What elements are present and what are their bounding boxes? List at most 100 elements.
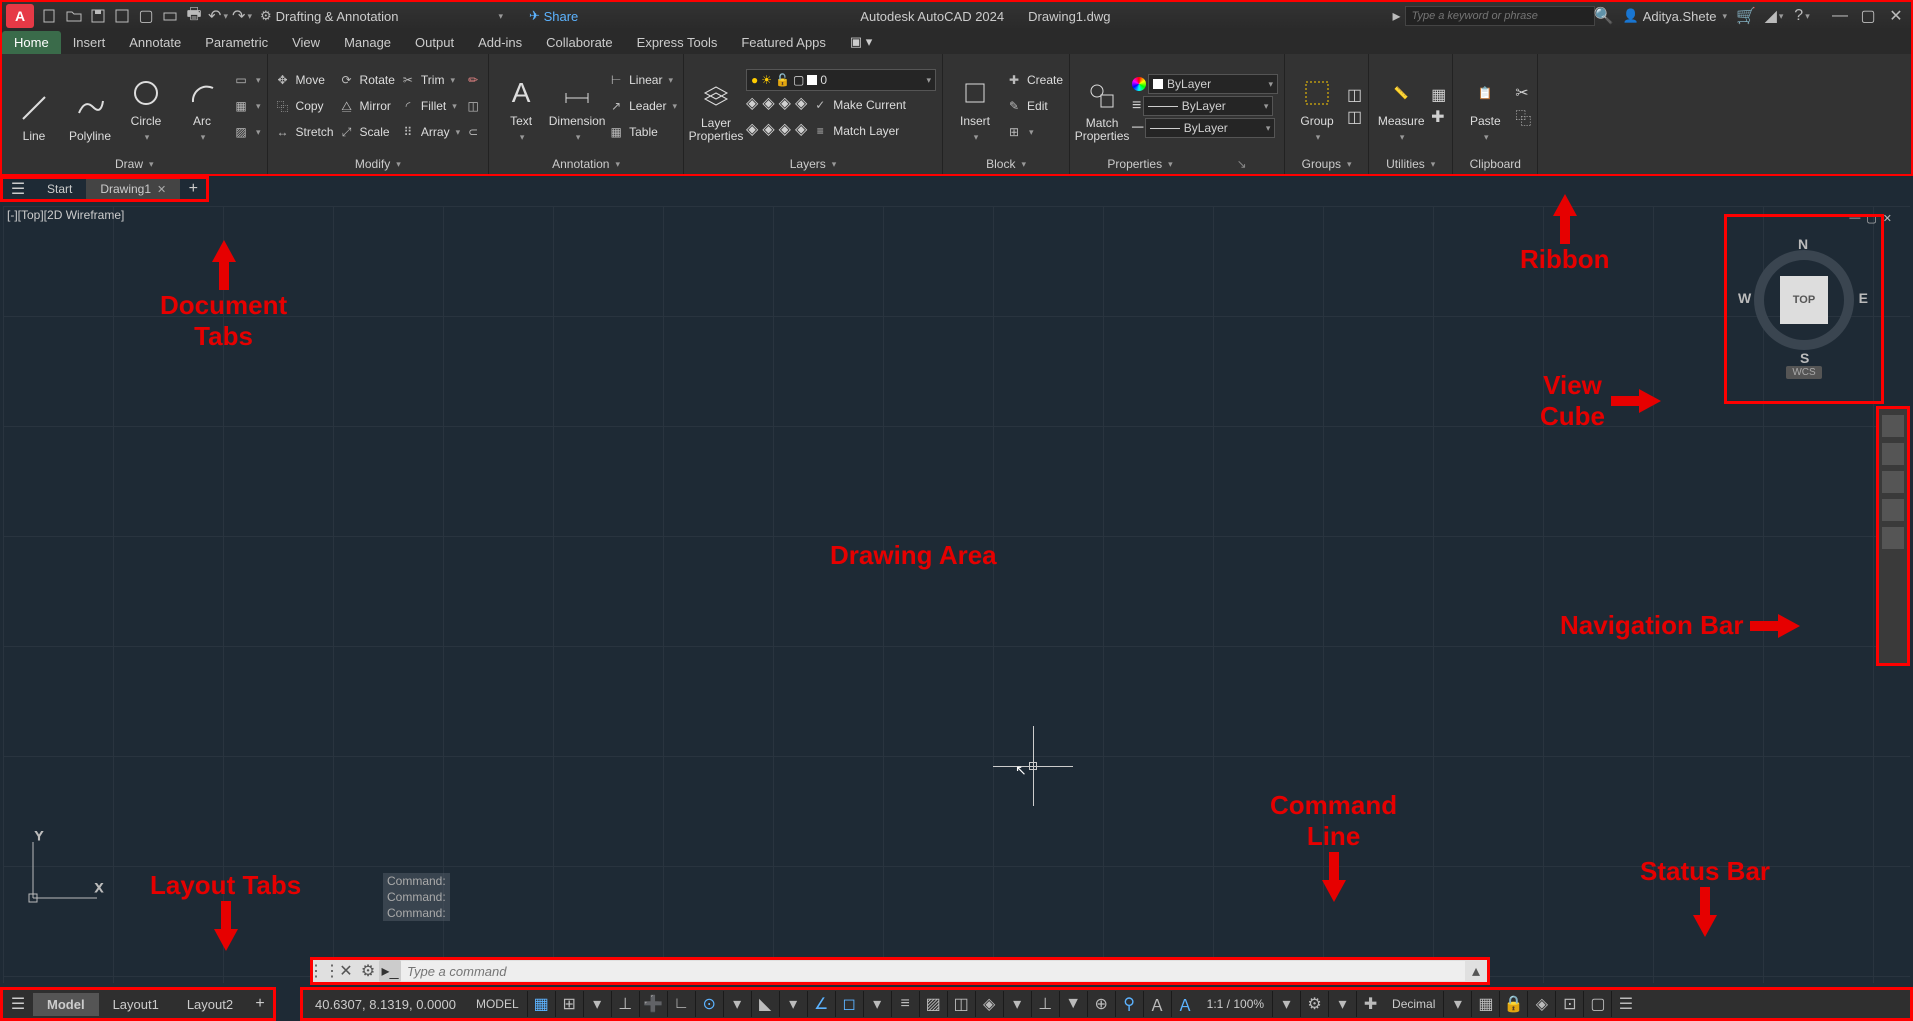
line-button[interactable]: Line bbox=[8, 69, 60, 143]
vp-close-icon[interactable]: ✕ bbox=[1883, 212, 1892, 225]
cmd-close-icon[interactable]: ✕ bbox=[335, 960, 357, 982]
make-current-button[interactable]: ✓Make Current bbox=[811, 93, 906, 117]
viewcube-north[interactable]: N bbox=[1798, 236, 1808, 252]
rect-button[interactable]: ▭▾ bbox=[232, 68, 261, 92]
lock-ui-icon[interactable]: 🔒 bbox=[1499, 991, 1527, 1017]
autodesk-icon[interactable]: ◢▾ bbox=[1765, 7, 1783, 25]
layer-btn7[interactable]: ◈ bbox=[779, 119, 791, 143]
gizmo-icon[interactable]: ⊕ bbox=[1087, 991, 1115, 1017]
plot-icon[interactable] bbox=[160, 6, 180, 26]
cut-icon[interactable]: ✂ bbox=[1515, 83, 1531, 103]
wcs-badge[interactable]: WCS bbox=[1786, 366, 1821, 379]
osnap-dd-icon[interactable]: ▾ bbox=[863, 991, 891, 1017]
move-button[interactable]: ✥Move bbox=[274, 68, 334, 92]
scale-button[interactable]: ⤢Scale bbox=[338, 120, 395, 144]
explode-button[interactable]: ◫ bbox=[464, 94, 482, 118]
grid-toggle-icon[interactable]: ▦ bbox=[527, 991, 555, 1017]
doc-tabs-menu-icon[interactable]: ☰ bbox=[3, 179, 33, 199]
tab-home[interactable]: Home bbox=[2, 31, 61, 54]
tab-view[interactable]: View bbox=[280, 31, 332, 54]
clean-screen-icon[interactable]: ▢ bbox=[1583, 991, 1611, 1017]
search-expand-icon[interactable]: ▸ bbox=[1393, 6, 1401, 26]
model-tab[interactable]: Model bbox=[33, 993, 99, 1016]
drawing-tab[interactable]: Drawing1✕ bbox=[86, 179, 180, 199]
viewcube-south[interactable]: S bbox=[1800, 350, 1809, 366]
table-button[interactable]: ▦Table bbox=[607, 120, 677, 144]
command-input[interactable] bbox=[401, 961, 1465, 981]
scale-display[interactable]: 1:1 / 100% bbox=[1199, 997, 1272, 1011]
array-button[interactable]: ⠿Array▾ bbox=[399, 120, 460, 144]
circle-button[interactable]: Circle▾ bbox=[120, 69, 172, 143]
annotation-monitor-icon[interactable]: ✚ bbox=[1356, 991, 1384, 1017]
tab-manage[interactable]: Manage bbox=[332, 31, 403, 54]
help-icon[interactable]: ?▾ bbox=[1793, 7, 1811, 25]
viewcube-east[interactable]: E bbox=[1859, 290, 1868, 306]
polar-icon[interactable]: ⊙ bbox=[695, 991, 723, 1017]
otrack-icon[interactable]: ∠ bbox=[807, 991, 835, 1017]
tab-insert[interactable]: Insert bbox=[61, 31, 118, 54]
web-icon[interactable]: ▢ bbox=[136, 6, 156, 26]
layer-btn5[interactable]: ◈ bbox=[746, 119, 758, 143]
cmd-recent-icon[interactable]: ▴ bbox=[1465, 960, 1487, 982]
match-layer-button[interactable]: ≡Match Layer bbox=[811, 119, 899, 143]
app-logo[interactable]: A bbox=[6, 4, 34, 28]
polar-dd-icon[interactable]: ▾ bbox=[723, 991, 751, 1017]
units-display[interactable]: Decimal bbox=[1384, 997, 1443, 1011]
viewport-label[interactable]: [-][Top][2D Wireframe] bbox=[7, 208, 124, 222]
dynamic-input-icon[interactable]: ➕ bbox=[639, 991, 667, 1017]
snap-toggle-icon[interactable]: ⊞ bbox=[555, 991, 583, 1017]
ws-dd-icon[interactable]: ▾ bbox=[1328, 991, 1356, 1017]
dimension-button[interactable]: Dimension▾ bbox=[551, 69, 603, 143]
open-icon[interactable] bbox=[64, 6, 84, 26]
full-nav-wheel-icon[interactable] bbox=[1882, 415, 1904, 437]
space-toggle[interactable]: MODEL bbox=[468, 997, 527, 1011]
layer-btn8[interactable]: ◈ bbox=[795, 119, 807, 143]
save-icon[interactable] bbox=[88, 6, 108, 26]
workspace-switching-icon[interactable]: ⚙ bbox=[1300, 991, 1328, 1017]
share-button[interactable]: ✈ Share bbox=[529, 8, 578, 24]
layer-btn4[interactable]: ◈ bbox=[795, 93, 807, 117]
cmd-customize-icon[interactable]: ⚙ bbox=[357, 960, 379, 982]
tab-featured[interactable]: Featured Apps bbox=[729, 31, 838, 54]
orbit-icon[interactable] bbox=[1882, 499, 1904, 521]
infer-icon[interactable]: ⊥ bbox=[611, 991, 639, 1017]
lineweight-toggle-icon[interactable]: ≡ bbox=[891, 991, 919, 1017]
util-btn2[interactable]: ✚ bbox=[1431, 107, 1446, 127]
filter-icon[interactable]: ▼ bbox=[1059, 991, 1087, 1017]
iso-dd-icon[interactable]: ▾ bbox=[779, 991, 807, 1017]
tab-express[interactable]: Express Tools bbox=[625, 31, 730, 54]
group-btn1[interactable]: ◫ bbox=[1347, 85, 1362, 105]
fillet-button[interactable]: ◜Fillet▾ bbox=[399, 94, 460, 118]
snap-dd-icon[interactable]: ▾ bbox=[583, 991, 611, 1017]
start-tab[interactable]: Start bbox=[33, 179, 86, 199]
offset-button[interactable]: ⊂ bbox=[464, 120, 482, 144]
color-bylayer[interactable]: ByLayer▾ bbox=[1148, 74, 1278, 94]
trim-button[interactable]: ✂Trim▾ bbox=[399, 68, 460, 92]
cmd-handle-icon[interactable]: ⋮⋮ bbox=[313, 960, 335, 982]
new-icon[interactable] bbox=[40, 6, 60, 26]
group-button[interactable]: Group▾ bbox=[1291, 69, 1343, 143]
group-btn2[interactable]: ◫ bbox=[1347, 107, 1362, 127]
lineweight-icon[interactable]: ≡ bbox=[1132, 97, 1141, 115]
workspace-selector[interactable]: ⚙Drafting & Annotation▾ bbox=[260, 8, 503, 24]
color-picker-icon[interactable] bbox=[1132, 77, 1146, 91]
linetype-icon[interactable]: ─ bbox=[1132, 119, 1143, 137]
linear-button[interactable]: ⊢Linear▾ bbox=[607, 68, 677, 92]
annoscale-icon[interactable]: Ａ bbox=[1171, 991, 1199, 1017]
block-attr-button[interactable]: ⊞▾ bbox=[1005, 120, 1063, 144]
tab-addins[interactable]: Add-ins bbox=[466, 31, 534, 54]
osnap-icon[interactable]: ◻ bbox=[835, 991, 863, 1017]
hatch-button[interactable]: ▦▾ bbox=[232, 94, 261, 118]
layer-btn2[interactable]: ◈ bbox=[762, 93, 774, 117]
create-block-button[interactable]: ✚Create bbox=[1005, 68, 1063, 92]
measure-button[interactable]: 📏Measure▾ bbox=[1375, 69, 1427, 143]
zoom-extents-icon[interactable] bbox=[1882, 471, 1904, 493]
copy-clip-icon[interactable]: ⿻ bbox=[1515, 105, 1531, 129]
copy-button[interactable]: ⿻Copy bbox=[274, 94, 334, 118]
undo-icon[interactable]: ↶▾ bbox=[208, 6, 228, 26]
edit-block-button[interactable]: ✎Edit bbox=[1005, 94, 1063, 118]
viewport[interactable]: [-][Top][2D Wireframe] — ▢ ✕ ↖ YX TOP N … bbox=[3, 206, 1910, 983]
3dosnap-dd-icon[interactable]: ▾ bbox=[1003, 991, 1031, 1017]
redo-icon[interactable]: ↷▾ bbox=[232, 6, 252, 26]
insert-button[interactable]: Insert▾ bbox=[949, 69, 1001, 143]
